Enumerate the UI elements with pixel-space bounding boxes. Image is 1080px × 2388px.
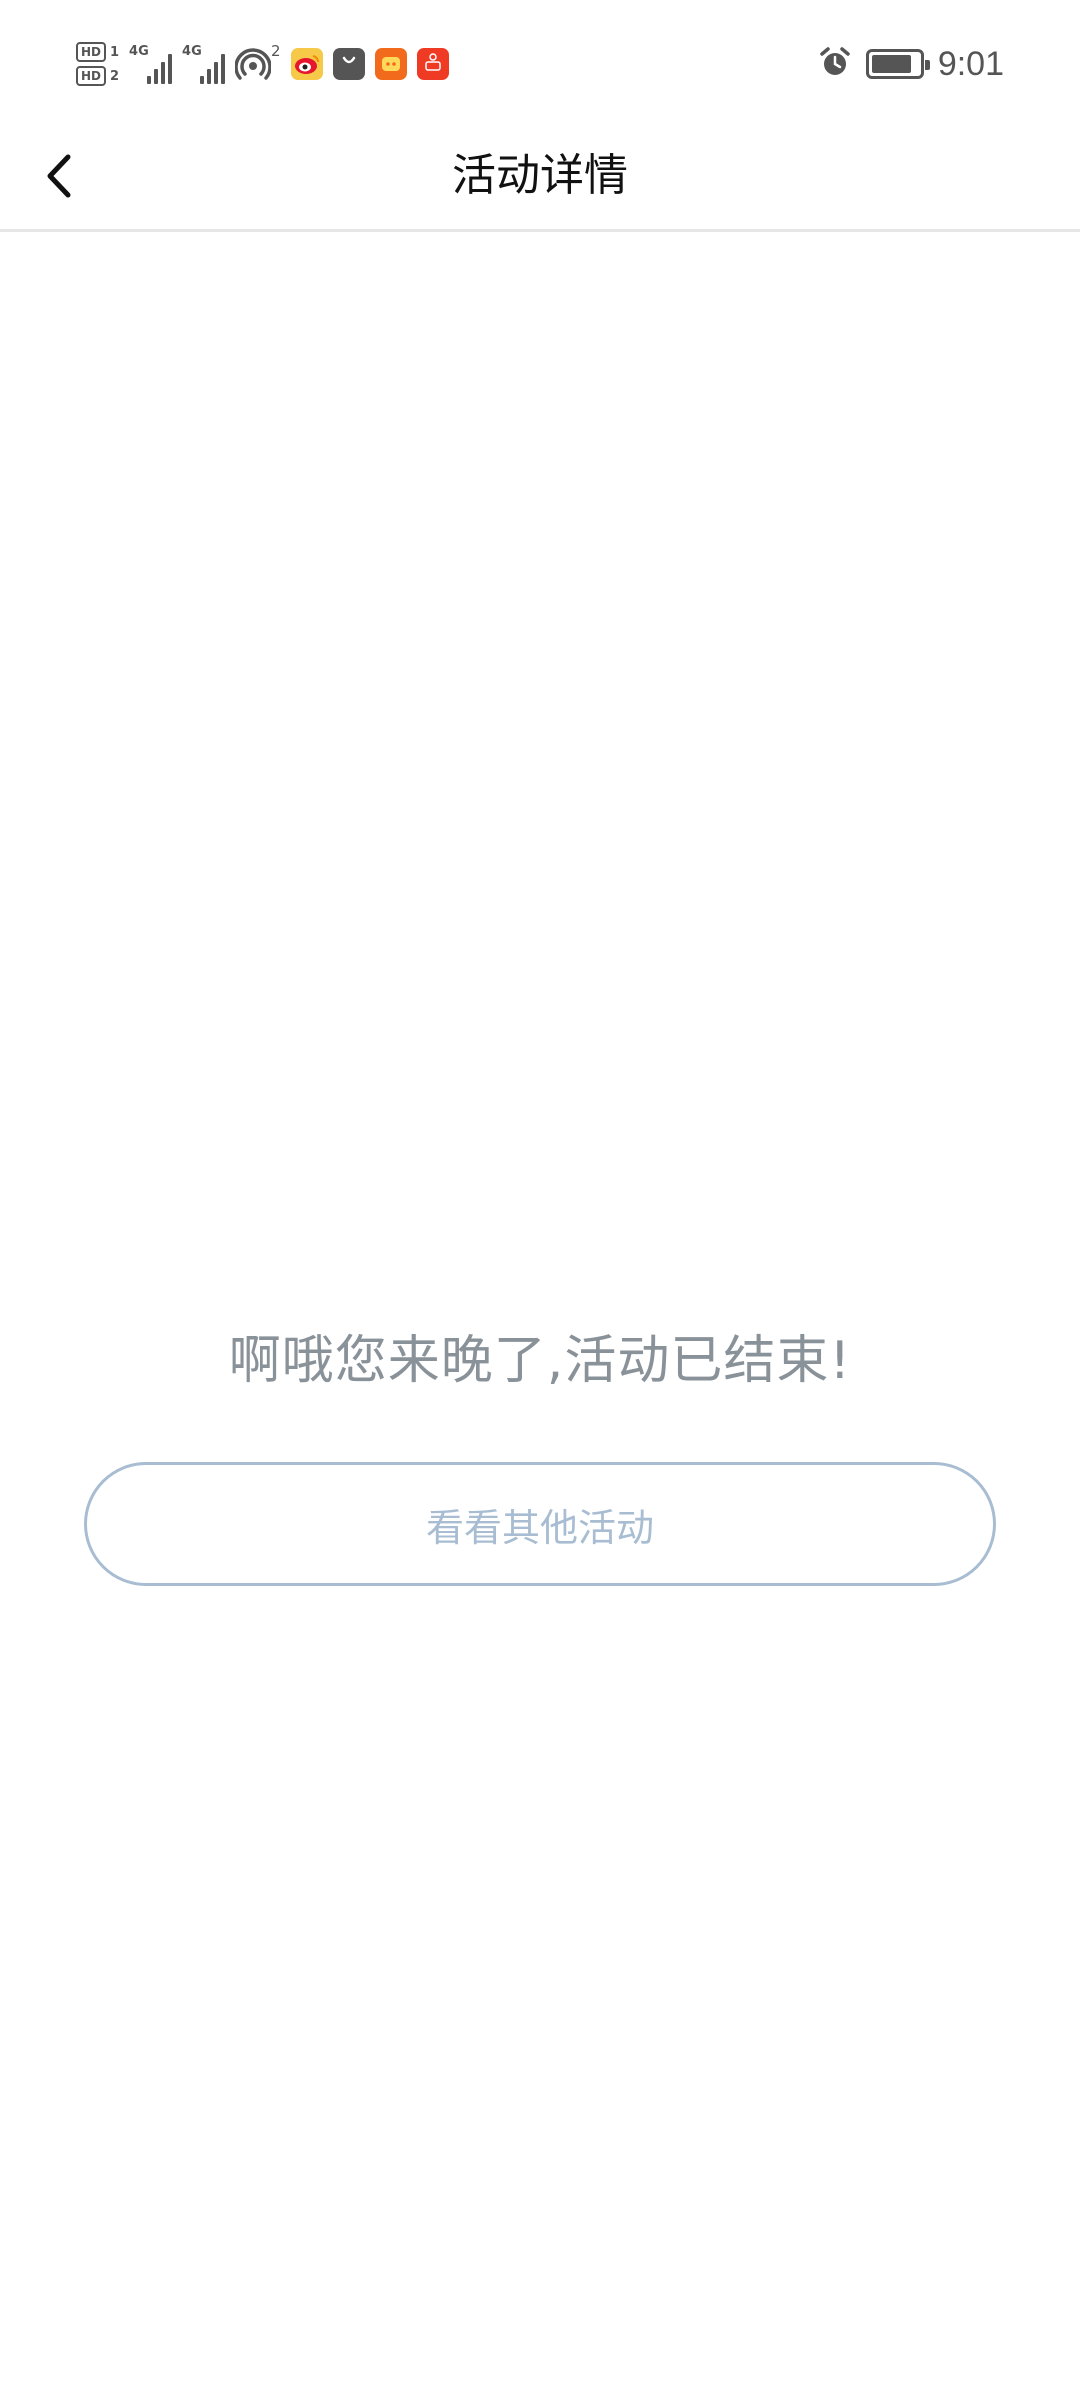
signal-1-icon: 4G bbox=[129, 44, 173, 84]
status-left-group: HD 1 HD 2 4G 4G 2 bbox=[76, 34, 449, 94]
page-title: 活动详情 bbox=[452, 150, 628, 201]
sim-indicators: HD 1 HD 2 bbox=[76, 42, 119, 86]
signal-2-icon: 4G bbox=[182, 44, 226, 84]
sim-number: 2 bbox=[110, 68, 120, 84]
hotspot-count: 2 bbox=[271, 42, 281, 60]
status-time: 9:01 bbox=[937, 44, 1004, 83]
network-type-label: 4G bbox=[182, 44, 202, 59]
battery-level bbox=[871, 55, 911, 73]
taobao-icon bbox=[374, 48, 407, 80]
shopping-bag-icon bbox=[332, 48, 365, 80]
view-other-activities-button[interactable]: 看看其他活动 bbox=[84, 1462, 996, 1586]
activity-ended-message: 啊哦您来晚了,活动已结束! bbox=[228, 1331, 852, 1391]
network-type-label: 4G bbox=[129, 44, 149, 59]
sim2-indicator: HD 2 bbox=[76, 66, 119, 86]
weibo-icon bbox=[290, 48, 323, 80]
app-red-icon bbox=[416, 48, 449, 80]
navigation-bar: 活动详情 bbox=[0, 120, 1080, 232]
sim-number: 1 bbox=[110, 44, 120, 60]
hd-badge: HD bbox=[76, 66, 106, 86]
sim1-indicator: HD 1 bbox=[76, 42, 119, 62]
status-bar: HD 1 HD 2 4G 4G 2 9:01 bbox=[0, 0, 1080, 120]
hd-badge: HD bbox=[76, 42, 106, 62]
alarm-icon bbox=[818, 45, 852, 83]
activity-detail-screen: HD 1 HD 2 4G 4G 2 9:01 活动详情 啊哦您来晚了,活动已结束… bbox=[0, 0, 1080, 2388]
battery-icon bbox=[865, 49, 930, 79]
hotspot-icon: 2 bbox=[235, 42, 281, 82]
status-right-group: 9:01 bbox=[818, 34, 1004, 94]
